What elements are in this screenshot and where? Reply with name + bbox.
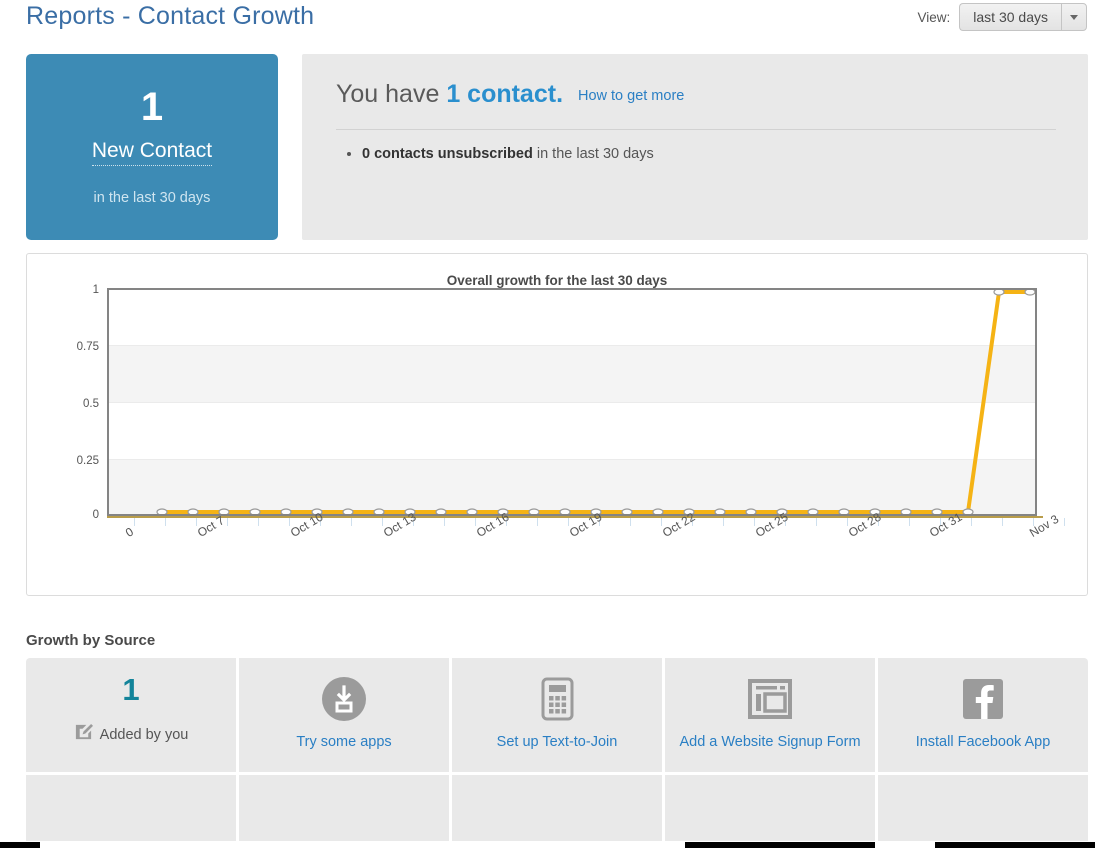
website-window-icon (748, 674, 792, 724)
view-dropdown-caret-button[interactable] (1061, 3, 1087, 31)
contacts-headline: You have 1 contact. How to get more (336, 80, 1056, 109)
new-contact-label[interactable]: New Contact (91, 139, 213, 166)
y-tick-label: 0.5 (83, 398, 99, 410)
how-to-get-more-link[interactable]: How to get more (578, 88, 684, 104)
new-contact-count: 1 (140, 85, 164, 129)
view-dropdown-value[interactable]: last 30 days (959, 3, 1061, 31)
y-tick-label: 0.25 (76, 455, 99, 467)
chart-title: Overall growth for the last 30 days (446, 273, 668, 288)
page-bottom-edge (0, 842, 1095, 848)
y-axis-ticks: 1 0.75 0.5 0.25 0 (69, 284, 99, 521)
contacts-info-panel: You have 1 contact. How to get more 0 co… (302, 54, 1088, 240)
source-tile-4[interactable]: Install Facebook App (878, 658, 1088, 772)
reports-contact-growth-page: Reports - Contact Growth View: last 30 d… (0, 0, 1095, 848)
plot-area (107, 288, 1037, 516)
page-title: Reports - Contact Growth (26, 2, 315, 30)
contacts-headline-lead: You have (336, 80, 440, 108)
view-label: View: (917, 9, 951, 25)
source-tile-label[interactable]: Add a Website Signup Form (679, 734, 860, 750)
growth-by-source-tiles: 1 Added by you Try some apps Set up Text-to… (26, 658, 1088, 772)
bottom-edge-gap (875, 842, 935, 848)
growth-chart-card: Overall growth for the last 30 days 1 0.… (26, 253, 1088, 596)
chart-area: 1 0.75 0.5 0.25 0 0 Oct 7 Oct 10 Oct 13 Oct … (27, 284, 1087, 588)
view-selector: View: last 30 days (917, 2, 1087, 32)
source-tile-1[interactable]: Try some apps (239, 658, 449, 772)
source-tile-label: Added by you (74, 723, 189, 746)
source-tile-2[interactable]: Set up Text-to-Join (452, 658, 662, 772)
source-tile-count: 1 (122, 672, 140, 707)
x-tick-label: 0 (123, 524, 136, 541)
x-axis-labels: 0 Oct 7 Oct 10 Oct 13 Oct 16 Oct 19 Oct 22 Oct … (27, 510, 1087, 584)
unsubscribed-period: in the last 30 days (532, 146, 654, 162)
info-bullet-list: 0 contacts unsubscribed in the last 30 d… (336, 130, 1056, 162)
bottom-edge-gap (40, 842, 685, 848)
tile-placeholder (878, 775, 1088, 841)
contacts-total-count: 1 contact. (446, 80, 564, 108)
growth-line-series (156, 290, 1035, 514)
pencil-edit-icon (74, 723, 93, 746)
new-contact-period: in the last 30 days (93, 190, 211, 206)
source-tile-label[interactable]: Set up Text-to-Join (497, 734, 618, 750)
summary-row: 1 New Contact in the last 30 days You ha… (26, 54, 1088, 240)
source-tile-0: 1 Added by you (26, 658, 236, 772)
download-circle-icon (322, 674, 366, 724)
y-tick-label: 0.75 (76, 341, 99, 353)
y-tick-label: 0 (92, 509, 99, 521)
phone-keypad-icon (541, 674, 574, 724)
facebook-icon (963, 674, 1003, 724)
growth-by-source-tiles-row2 (26, 775, 1088, 841)
tile-placeholder (452, 775, 662, 841)
chevron-down-icon (1070, 14, 1078, 20)
growth-by-source-title: Growth by Source (26, 632, 156, 649)
source-tile-3[interactable]: Add a Website Signup Form (665, 658, 875, 772)
tile-placeholder (26, 775, 236, 841)
tile-placeholder (665, 775, 875, 841)
view-dropdown[interactable]: last 30 days (959, 3, 1087, 31)
tile-placeholder (239, 775, 449, 841)
list-item: 0 contacts unsubscribed in the last 30 d… (362, 146, 1056, 162)
new-contact-stat-card: 1 New Contact in the last 30 days (26, 54, 278, 240)
source-tile-label[interactable]: Try some apps (296, 734, 391, 750)
unsubscribed-count: 0 contacts unsubscribed (362, 146, 533, 162)
source-tile-label-text: Added by you (99, 726, 189, 743)
source-tile-label[interactable]: Install Facebook App (916, 734, 1051, 750)
y-tick-label: 1 (92, 284, 99, 296)
